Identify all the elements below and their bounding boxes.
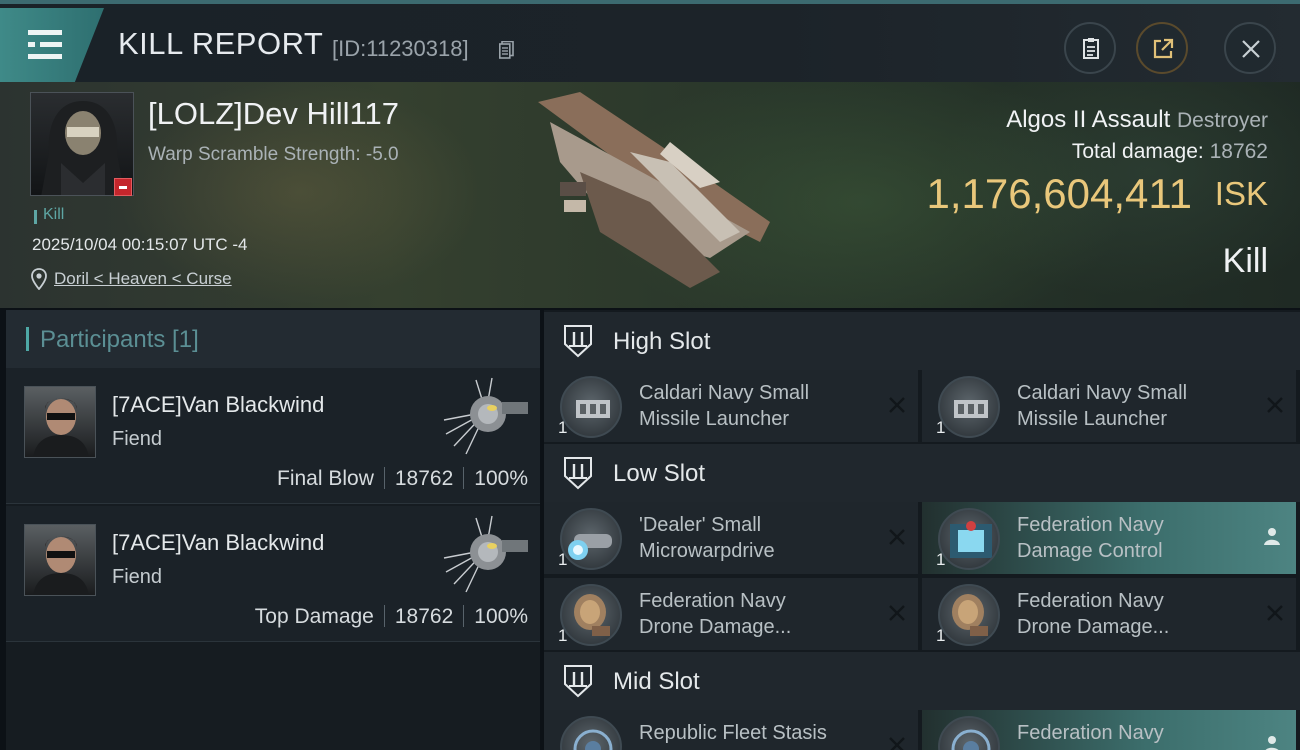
module-item[interactable]: 1 'Dealer' Small Microwarpdrive [544,502,918,574]
participant-name: [7ACE]Van Blackwind [112,530,325,555]
module-name: Republic Fleet Stasis [639,722,827,744]
copy-icon[interactable] [499,41,514,59]
module-icon [938,716,1000,750]
module-item[interactable]: 1 Federation Navy Drone Damage... [544,578,918,650]
ship-name[interactable]: Algos II Assault Destroyer [1006,106,1268,134]
module-name: Federation Navy [1017,514,1164,536]
module-item[interactable]: 1 Federation Navy Drone Damage... [922,578,1296,650]
participants-header[interactable]: Participants [1] [6,310,540,368]
participant-row[interactable]: [7ACE]Van Blackwind Fiend Final Blow 1876… [6,368,540,504]
isk-unit: ISK [1214,175,1268,212]
close-icon [1242,40,1260,58]
person-icon [1264,528,1280,545]
module-item[interactable]: 1 Caldari Navy Small Missile Launcher [922,370,1296,442]
participant-ship: Fiend [112,428,163,450]
damage-control-icon [938,508,1000,570]
participant-avatar[interactable] [24,386,96,458]
module-item[interactable]: 1 Caldari Navy Small Missile Launcher [544,370,918,442]
drone-damage-icon [938,584,1000,646]
destroyed-x-icon [1267,397,1283,413]
module-item-dropped[interactable]: 1 Federation Navy Damage Control [922,502,1296,574]
module-name: Federation Navy [1017,590,1164,612]
kill-tag: Kill [43,206,65,223]
slot-icon [564,665,592,698]
mid-slot-header: Mid Slot [544,652,1300,710]
participants-panel: Participants [1] [7ACE]Van Blackwind Fie… [6,310,540,750]
stasis-webifier-icon [560,716,622,750]
share-icon [1153,38,1174,59]
report-id: [ID:11230318] [332,36,469,61]
clipboard-icon [1083,38,1099,59]
kill-datetime: 2025/10/04 00:15:07 UTC -4 [32,235,248,254]
participant-name: [7ACE]Van Blackwind [112,392,325,417]
close-button[interactable] [1224,22,1276,74]
module-item[interactable]: Republic Fleet Stasis [544,710,918,750]
location-pin-icon [31,268,47,290]
warp-scramble-strength: Warp Scramble Strength: -5.0 [148,144,399,165]
module-name-cont: Missile Launcher [1017,408,1168,430]
destroyed-x-icon [889,529,905,545]
module-name-cont: Microwarpdrive [639,540,775,562]
ship-class: Destroyer [1176,109,1268,132]
module-name-cont: Drone Damage... [639,616,792,638]
module-name-cont: Damage Control [1017,540,1163,562]
participant-stats: Final Blow 18762 100% [277,467,528,490]
participant-avatar[interactable] [24,524,96,596]
slot-icon [564,325,592,358]
victim-summary: Kill 2025/10/04 00:15:07 UTC -4 Doril < … [0,82,1300,308]
drone-ship-icon [443,515,528,593]
module-name: 'Dealer' Small [639,514,762,536]
module-name: Federation Navy [1017,722,1164,744]
module-name-cont: Drone Damage... [1017,616,1170,638]
participant-row[interactable]: [7ACE]Van Blackwind Fiend Top Damage 1876… [6,506,540,642]
module-name: Caldari Navy Small [639,382,810,404]
module-name-cont: Missile Launcher [639,408,790,430]
destroyed-x-icon [1267,605,1283,621]
remove-badge [114,178,132,196]
module-item-dropped[interactable]: Federation Navy [922,710,1296,750]
participant-ship: Fiend [112,566,163,588]
participant-stats: Top Damage 18762 100% [254,605,528,628]
menu-icon [28,30,62,35]
drone-damage-icon [560,584,622,646]
destroyed-x-icon [889,605,905,621]
total-damage: Total damage: 18762 [1071,140,1268,163]
menu-button[interactable] [0,8,104,82]
drone-ship-icon [443,377,528,455]
top-bar: KILL REPORT [ID:11230318] [0,0,1300,82]
page-title: KILL REPORT [118,26,324,61]
missile-launcher-icon [560,376,622,438]
isk-value: 1,176,604,411 [926,170,1192,217]
victim-name[interactable]: [LOLZ]Dev Hill117 [148,96,399,132]
slot-icon [564,457,592,490]
low-slot-header: Low Slot [544,444,1300,502]
result-label: Kill [1222,242,1268,280]
ship-render[interactable] [520,82,800,308]
high-slot-header: High Slot [544,312,1300,370]
destroyed-x-icon [889,737,905,750]
location-link[interactable]: Doril < Heaven < Curse [54,269,232,289]
fitting-panel: High Slot 1 Caldari Navy Small Missile L… [544,310,1300,750]
microwarpdrive-icon [560,508,622,570]
clipboard-button[interactable] [1064,22,1116,74]
share-button[interactable] [1136,22,1188,74]
missile-launcher-icon [938,376,1000,438]
module-name: Federation Navy [639,590,786,612]
person-icon [1265,736,1279,750]
module-name: Caldari Navy Small [1017,382,1188,404]
destroyed-x-icon [889,397,905,413]
